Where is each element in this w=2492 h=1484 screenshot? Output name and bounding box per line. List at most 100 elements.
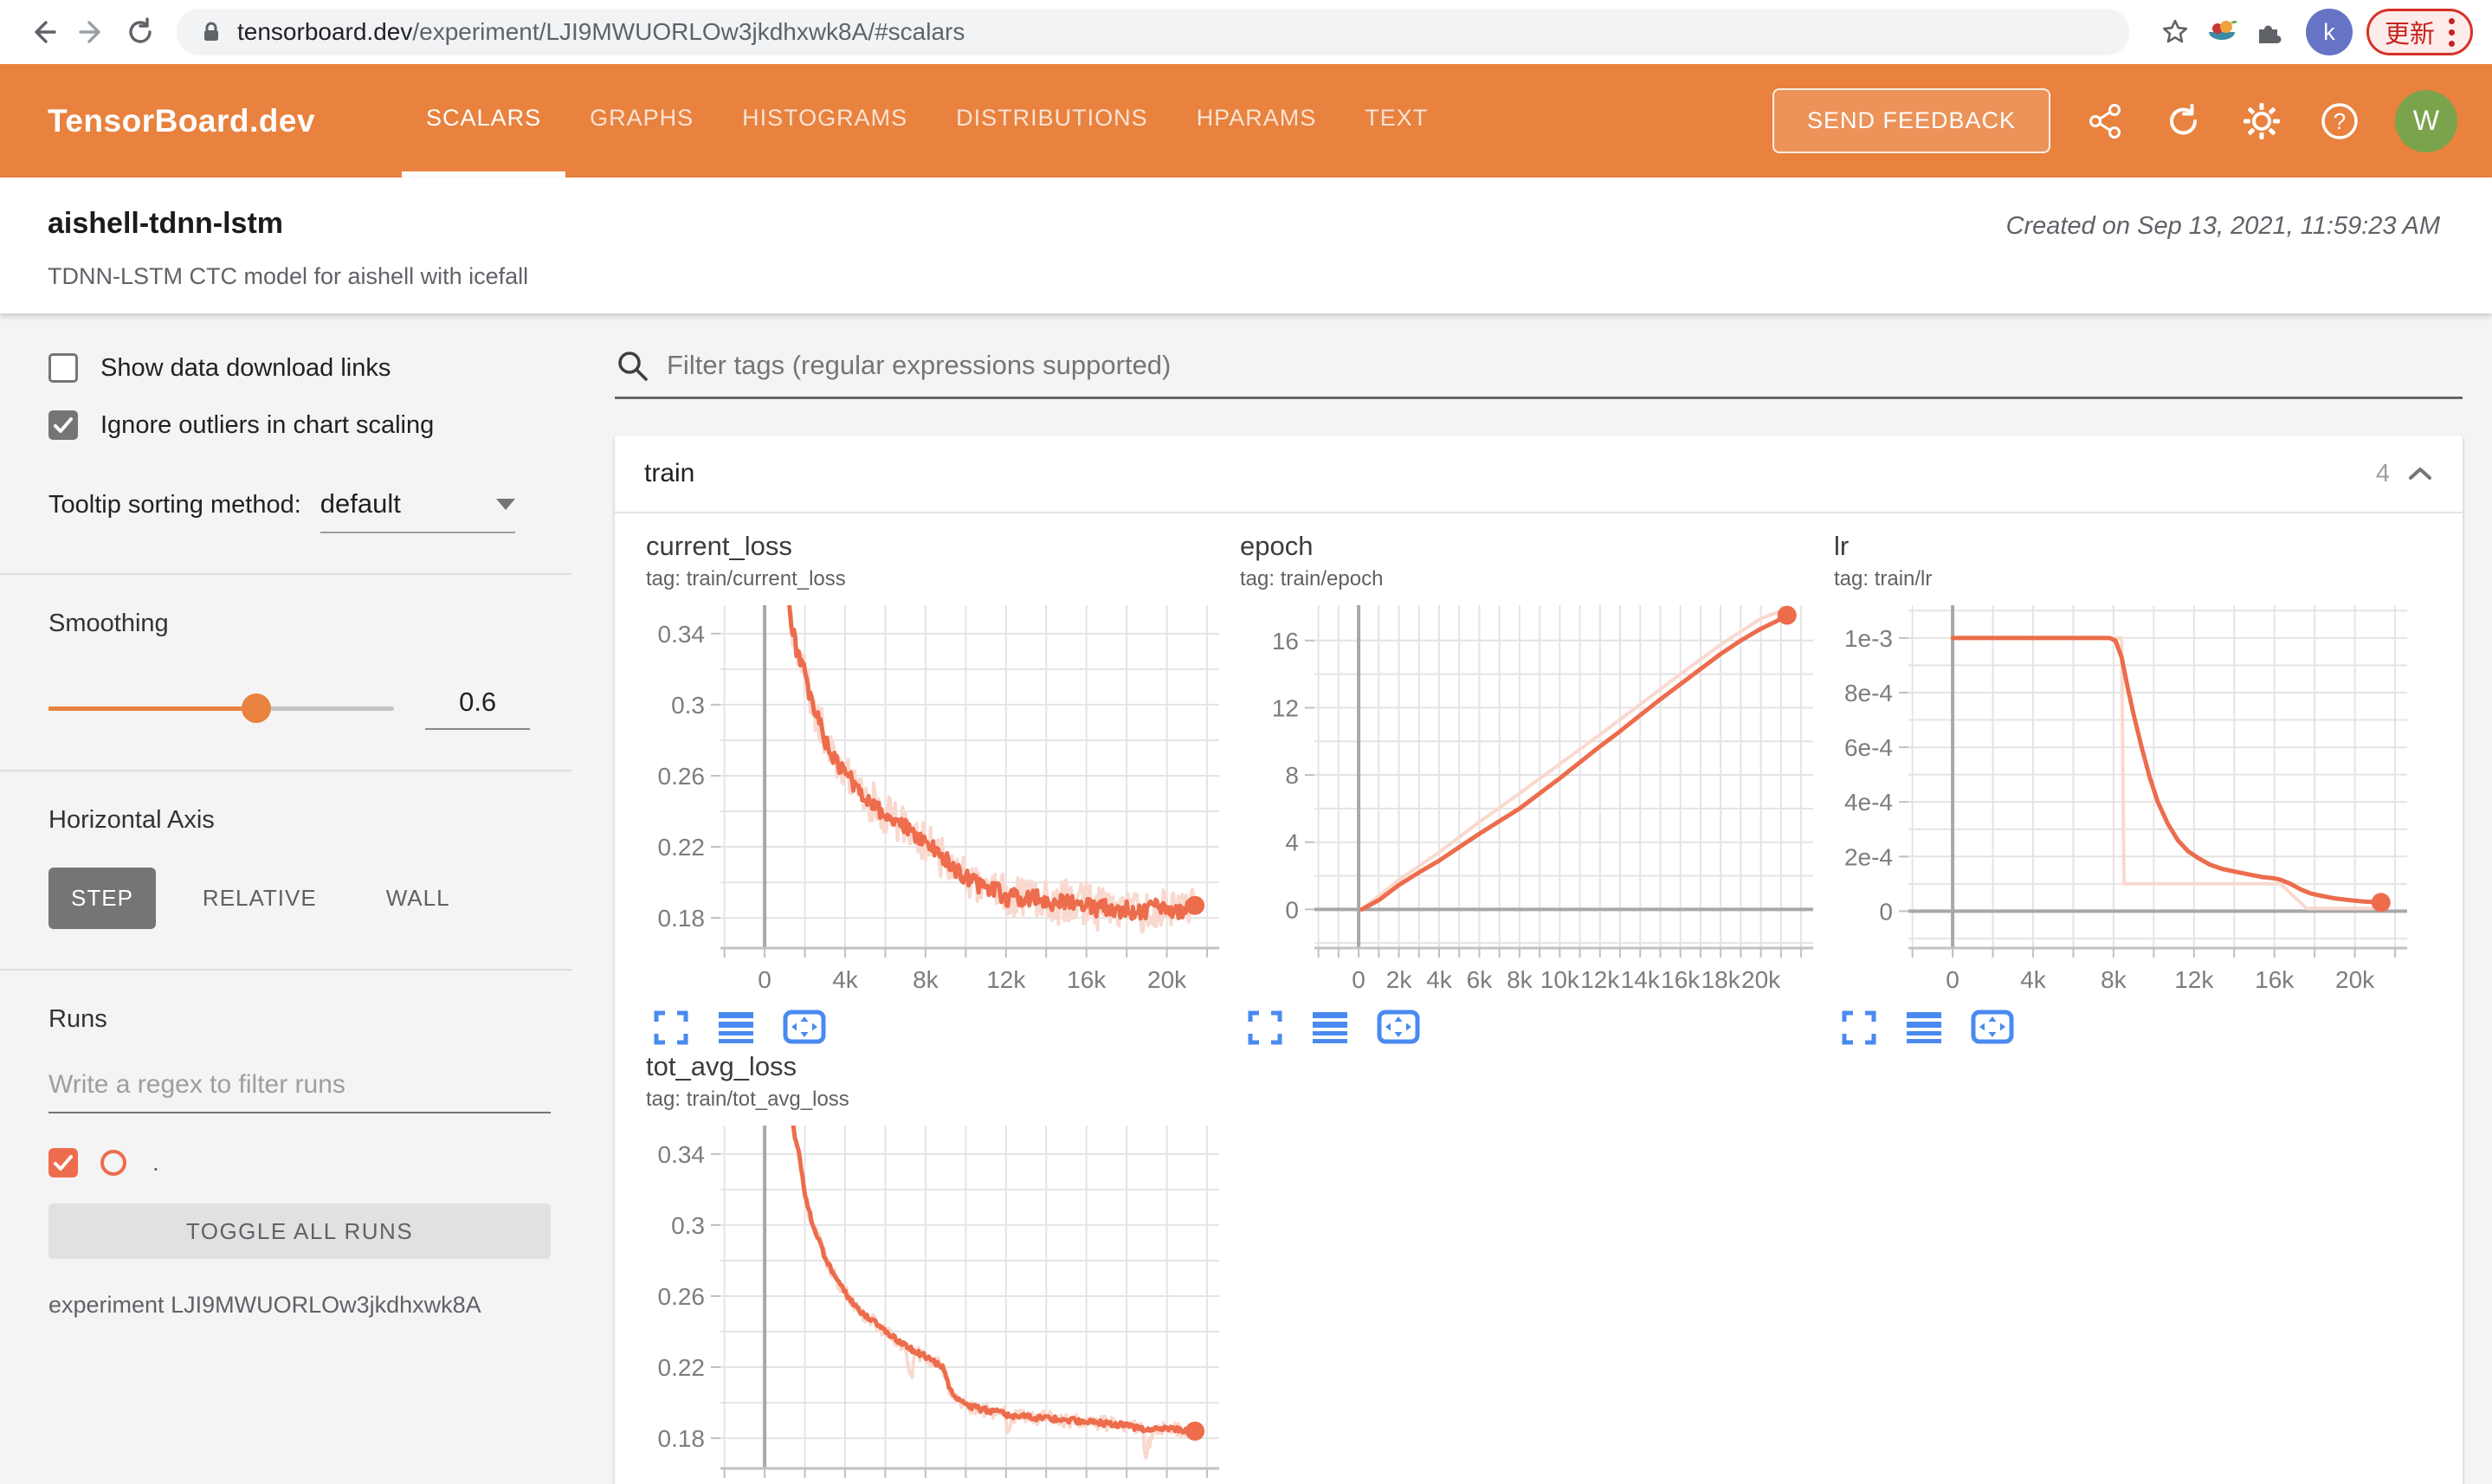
smoothing-slider[interactable] (48, 694, 395, 723)
tab-hparams[interactable]: HPARAMS (1172, 64, 1341, 177)
chart-tag: tag: train/epoch (1240, 567, 1384, 590)
run-list-item[interactable]: . (48, 1148, 530, 1178)
fit-domain-icon[interactable] (1377, 1010, 1420, 1046)
svg-text:0.22: 0.22 (658, 834, 706, 861)
tag-filter-input[interactable] (667, 350, 2463, 381)
chart-tag: tag: train/current_loss (646, 567, 846, 590)
runs-regex-input[interactable] (48, 1065, 551, 1113)
checkbox-checked-icon[interactable] (48, 410, 78, 440)
svg-text:10k: 10k (1540, 966, 1580, 993)
update-label: 更新 (2384, 21, 2435, 48)
axis-option-relative[interactable]: RELATIVE (180, 868, 339, 929)
app-logo[interactable]: TensorBoard.dev (48, 103, 315, 139)
share-icon[interactable] (2083, 99, 2128, 144)
run-color-circle-icon[interactable] (100, 1150, 126, 1176)
fit-domain-icon[interactable] (783, 1010, 826, 1046)
tag-group-card: train 4 current_loss tag: train/current_… (615, 436, 2463, 1484)
smoothing-value[interactable]: 0.6 (425, 687, 530, 730)
search-icon (615, 348, 649, 383)
experiment-created: Created on Sep 13, 2021, 11:59:23 AM (2005, 212, 2440, 240)
address-bar[interactable]: tensorboard.dev/experiment/LJI9MWUORLOw3… (177, 9, 2129, 55)
svg-text:?: ? (2334, 108, 2346, 134)
svg-text:12k: 12k (986, 966, 1026, 993)
svg-text:4k: 4k (2020, 966, 2047, 993)
line-chart[interactable]: 0 2k 4k 6k 8k 10k 12k 14k 16k 18k 20k 0 4 8 12 16 (1231, 595, 1825, 1002)
tag-filter (615, 348, 2463, 399)
svg-text:0.34: 0.34 (658, 1141, 706, 1168)
svg-text:0.3: 0.3 (671, 692, 705, 719)
forward-icon[interactable] (68, 8, 116, 56)
help-icon[interactable]: ? (2317, 99, 2362, 144)
expand-icon[interactable] (1841, 1010, 1877, 1046)
expand-icon[interactable] (653, 1010, 689, 1046)
line-chart[interactable]: 0 4k 8k 12k 16k 20k 0 2e-4 4e-4 6e-4 8e-4 1e-3 (1825, 595, 2419, 1002)
svg-text:12: 12 (1272, 694, 1299, 721)
puzzle-icon[interactable] (2245, 9, 2292, 55)
back-icon[interactable] (19, 8, 68, 56)
tag-group-header[interactable]: train 4 (615, 436, 2463, 513)
slider-handle[interactable] (241, 694, 271, 723)
main-panel: train 4 current_loss tag: train/current_… (571, 313, 2492, 1484)
axis-option-step[interactable]: STEP (48, 868, 156, 929)
browser-profile-avatar[interactable]: k (2305, 9, 2353, 55)
runs-list-icon[interactable] (1905, 1010, 1943, 1046)
checkbox-icon[interactable] (48, 353, 78, 383)
account-avatar[interactable]: W (2395, 89, 2457, 152)
run-checkbox-icon[interactable] (48, 1148, 78, 1178)
tag-group-count: 4 (2375, 459, 2390, 487)
ignore-outliers-checkbox[interactable]: Ignore outliers in chart scaling (48, 410, 530, 440)
tag-group-title: train (644, 459, 695, 487)
chart-card-tot_avg_loss: tot_avg_loss tag: train/tot_avg_loss 04k… (637, 1051, 1231, 1484)
charts-grid: current_loss tag: train/current_loss 0 4k… (615, 513, 2463, 1484)
send-feedback-button[interactable]: SEND FEEDBACK (1772, 88, 2050, 153)
runs-list-icon[interactable] (1311, 1010, 1349, 1046)
svg-text:16: 16 (1272, 628, 1299, 655)
svg-text:4k: 4k (832, 966, 859, 993)
chevron-down-icon (495, 498, 515, 510)
svg-text:4k: 4k (1426, 966, 1453, 993)
line-chart[interactable]: 04k8k12k16k20k0.180.220.260.30.34 (637, 595, 1231, 1002)
svg-text:8k: 8k (913, 966, 939, 993)
tab-distributions[interactable]: DISTRIBUTIONS (932, 64, 1172, 177)
svg-text:0.26: 0.26 (658, 763, 706, 790)
refresh-icon[interactable] (116, 8, 165, 56)
run-name: . (152, 1149, 159, 1176)
svg-text:18k: 18k (1701, 966, 1741, 993)
svg-text:8k: 8k (1507, 966, 1533, 993)
experiment-id-line: experiment LJI9MWUORLOw3jkdhxwk8A (48, 1292, 481, 1318)
browser-update-button[interactable]: 更新 (2366, 9, 2473, 55)
extension-fruit-icon[interactable] (2198, 9, 2245, 55)
kebab-menu-icon[interactable] (2449, 17, 2455, 47)
bookmark-star-icon[interactable] (2152, 9, 2198, 55)
lock-icon (199, 20, 223, 44)
url-text: tensorboard.dev/experiment/LJI9MWUORLOw3… (237, 18, 965, 45)
app-header: TensorBoard.dev SCALARS GRAPHS HISTOGRAMS D… (0, 64, 2492, 177)
svg-text:12k: 12k (1580, 966, 1620, 993)
horizontal-axis-toggle: STEP RELATIVE WALL (48, 868, 530, 929)
toggle-all-runs-button[interactable]: TOGGLE ALL RUNS (48, 1203, 551, 1259)
tab-graphs[interactable]: GRAPHS (565, 64, 718, 177)
tooltip-sorting-select[interactable]: default (320, 488, 515, 533)
settings-gear-icon[interactable] (2239, 99, 2284, 144)
svg-text:0.26: 0.26 (658, 1283, 706, 1310)
svg-text:0.18: 0.18 (658, 1425, 706, 1452)
chevron-up-icon[interactable] (2407, 465, 2433, 482)
tab-text[interactable]: TEXT (1340, 64, 1452, 177)
show-download-links-checkbox[interactable]: Show data download links (48, 353, 530, 383)
fit-domain-icon[interactable] (1971, 1010, 2014, 1046)
runs-list-icon[interactable] (717, 1010, 755, 1046)
svg-text:8: 8 (1285, 762, 1299, 789)
axis-option-wall[interactable]: WALL (364, 868, 473, 929)
chart-title: current_loss (646, 531, 792, 561)
nav-tabs: SCALARS GRAPHS HISTOGRAMS DISTRIBUTIONS HPAR… (402, 64, 1452, 177)
tab-scalars[interactable]: SCALARS (402, 64, 566, 177)
reload-icon[interactable] (2161, 99, 2206, 144)
chart-card-current_loss: current_loss tag: train/current_loss 0 4k… (637, 531, 1231, 1046)
chart-card-epoch: epoch tag: train/epoch 0 2k 4k 6k 8k 10k 12k 14… (1231, 531, 1825, 1046)
svg-text:2e-4: 2e-4 (1844, 843, 1893, 870)
browser-bar: tensorboard.dev/experiment/LJI9MWUORLOw3… (0, 0, 2492, 64)
tab-histograms[interactable]: HISTOGRAMS (718, 64, 932, 177)
expand-icon[interactable] (1247, 1010, 1283, 1046)
line-chart[interactable]: 04k8k12k16k20k0.180.220.260.30.34 (637, 1115, 1231, 1484)
tooltip-sorting-label: Tooltip sorting method: (48, 491, 301, 519)
